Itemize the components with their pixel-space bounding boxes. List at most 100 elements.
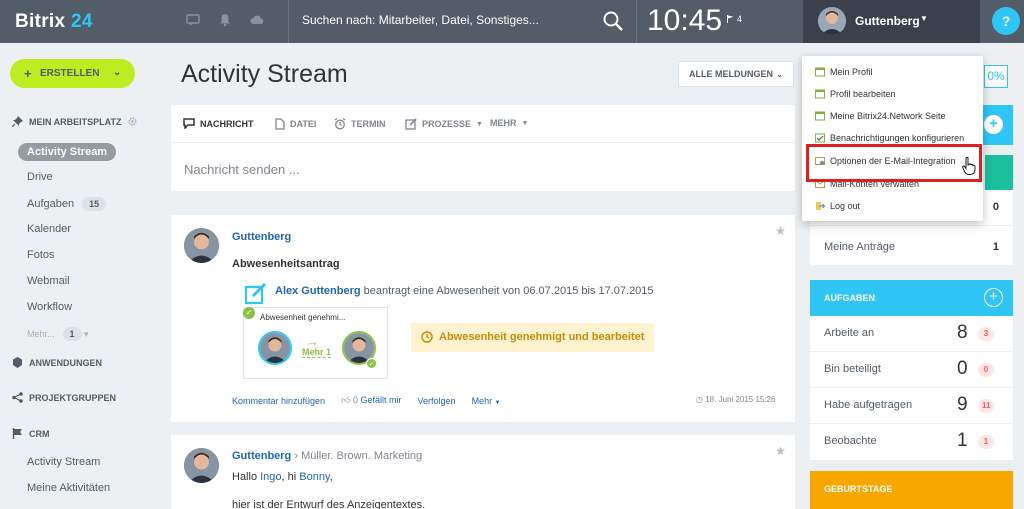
post-author[interactable]: Guttenberg [232, 231, 291, 243]
star-icon[interactable]: ★ [775, 444, 786, 458]
sidebar-section-crm[interactable]: CRM [12, 428, 50, 439]
sidebar-section-project-groups[interactable]: PROJEKTGRUPPEN [12, 392, 116, 403]
plus-icon: + [24, 66, 32, 81]
sidebar-item-activity-stream[interactable]: Activity Stream [18, 143, 117, 161]
widget-title: AUFGABEN [824, 293, 875, 303]
workflow-more-link[interactable]: Mehr 1 [302, 347, 332, 358]
star-icon[interactable]: ★ [775, 224, 786, 238]
chat-icon[interactable] [186, 13, 200, 27]
caret-down-icon: ▼ [494, 399, 501, 406]
sidebar-item-tasks[interactable]: Aufgaben 15 [27, 197, 107, 211]
menu-item-network-page[interactable]: Meine Bitrix24.Network Seite [815, 111, 946, 121]
post-recipients[interactable]: Müller. Brown. Marketing [301, 450, 422, 462]
task-row[interactable]: Habe aufgetragen 9 11 [810, 388, 1013, 424]
sidebar-section-applications[interactable]: ANWENDUNGEN [12, 357, 102, 368]
header-quick-icons [186, 13, 264, 27]
row-value: 1 [992, 241, 999, 253]
sidebar-item-label: Aufgaben [27, 198, 75, 210]
tab-processes[interactable]: PROZESSE ▼ [405, 118, 483, 130]
row-label: Habe aufgetragen [824, 399, 913, 411]
gear-icon[interactable] [127, 117, 137, 126]
hand-cursor-icon [962, 157, 976, 175]
plus-icon[interactable]: + [984, 115, 1003, 134]
filter-dropdown[interactable]: ALLE MELDUNGEN ⌄ [678, 61, 794, 87]
menu-item-my-profile[interactable]: Mein Profil [815, 67, 873, 77]
text: , hi [281, 471, 300, 483]
post-author[interactable]: Guttenberg [232, 450, 291, 462]
user-menu-button[interactable]: Guttenberg ▼ [803, 0, 980, 43]
sidebar-item-workflow[interactable]: Workflow [27, 301, 72, 313]
counter-badge: 0 [978, 363, 994, 377]
tab-more[interactable]: MEHR ▼ [490, 118, 528, 128]
like-button[interactable]: 👍︎ 0 Gefällt mir [341, 395, 401, 406]
cloud-icon[interactable] [250, 13, 264, 27]
text: , [329, 471, 333, 483]
logo[interactable]: Bitrix 24 [15, 11, 93, 33]
logo-text: Bitrix [15, 11, 66, 32]
add-comment-link[interactable]: Kommentar hinzufügen [232, 396, 325, 406]
sidebar-item-crm-my-activities[interactable]: Meine Aktivitäten [27, 482, 110, 494]
counter-badge: 1 [978, 435, 994, 449]
sidebar-section-label: PROJEKTGRUPPEN [29, 392, 117, 403]
menu-item-label: Profil bearbeiten [830, 89, 896, 99]
flag-icon [12, 428, 22, 439]
menu-item-label: Mein Profil [830, 67, 873, 77]
requester-link[interactable]: Alex Guttenberg [275, 285, 361, 297]
user-name: Guttenberg [855, 14, 920, 28]
profile-edit-icon [815, 89, 825, 99]
menu-item-notifications[interactable]: Benachrichtigungen konfigurieren [815, 133, 964, 143]
edit-icon [405, 118, 417, 130]
sidebar-item-drive[interactable]: Drive [27, 171, 53, 183]
bell-icon[interactable] [218, 13, 232, 27]
caret-down-icon: ▼ [476, 120, 483, 128]
sidebar-item-webmail[interactable]: Webmail [27, 275, 70, 287]
chevron-down-icon: ⌄ [113, 67, 122, 78]
create-button[interactable]: + ERSTELLEN ⌄ [10, 59, 135, 88]
plus-icon[interactable]: + [984, 288, 1003, 307]
sidebar-item-crm-activity-stream[interactable]: Activity Stream [27, 456, 100, 468]
menu-item-log-out[interactable]: Log out [815, 201, 860, 211]
workflow-card[interactable]: ✓ Abwesenheit genehmi... → Mehr 1 ✓ [243, 307, 388, 379]
sidebar-item-more[interactable]: Mehr... 1 ▾ [27, 327, 89, 341]
row-value: 0 [992, 201, 999, 213]
avatar[interactable] [184, 228, 219, 263]
flag-counter[interactable]: 4 [727, 14, 742, 24]
task-row[interactable]: Bin beteiligt 0 0 [810, 352, 1013, 388]
widget-row[interactable]: Meine Anträge 1 [810, 230, 1013, 266]
mention-link[interactable]: Ingo [260, 471, 281, 483]
sidebar-item-photos[interactable]: Fotos [27, 249, 55, 261]
task-row[interactable]: Beobachte 1 1 [810, 424, 1013, 460]
post-actions: Kommentar hinzufügen 👍︎ 0 Gefällt mir Ve… [232, 395, 501, 406]
help-button[interactable]: ? [992, 7, 1020, 35]
task-row[interactable]: Arbeite an 8 3 [810, 316, 1013, 352]
sidebar-section-my-workplace[interactable]: MEIN ARBEITSPLATZ [12, 116, 137, 127]
caret-down-icon: ▾ [84, 329, 89, 339]
search-icon[interactable] [602, 10, 624, 32]
sidebar-item-calendar[interactable]: Kalender [27, 223, 71, 235]
message-input[interactable]: Nachricht senden ... [184, 162, 300, 177]
workflow-edit-icon [245, 283, 267, 305]
tab-event[interactable]: TERMIN [334, 118, 386, 130]
menu-item-edit-profile[interactable]: Profil bearbeiten [815, 89, 896, 99]
thumbs-up-icon: 👍︎ [341, 395, 351, 405]
sidebar-section-label: ANWENDUNGEN [29, 357, 102, 368]
task-count: 8 [957, 322, 968, 343]
check-icon: ✓ [243, 307, 255, 319]
counter-badge: 11 [978, 399, 995, 413]
search-input[interactable]: Suchen nach: Mitarbeiter, Datei, Sonstig… [302, 13, 539, 27]
clock[interactable]: 10:45 [647, 4, 722, 38]
tab-file[interactable]: DATEI [275, 118, 316, 130]
follow-link[interactable]: Verfolgen [418, 396, 456, 406]
avatar[interactable] [184, 448, 219, 483]
create-button-label: ERSTELLEN [40, 68, 100, 79]
cubes-icon [13, 357, 22, 368]
header-divider [636, 0, 637, 43]
mention-link[interactable]: Bonny [299, 471, 329, 483]
tab-message[interactable]: NACHRICHT [183, 118, 254, 129]
more-link[interactable]: Mehr ▼ [472, 396, 501, 406]
search-bar[interactable]: Suchen nach: Mitarbeiter, Datei, Sonstig… [290, 0, 636, 43]
post-body-line: hier ist der Entwurf des Anzeigentextes. [232, 499, 426, 509]
tab-label: MEHR [490, 118, 517, 128]
clock-icon: ◷ [696, 395, 703, 404]
like-count: 0 [352, 395, 358, 405]
